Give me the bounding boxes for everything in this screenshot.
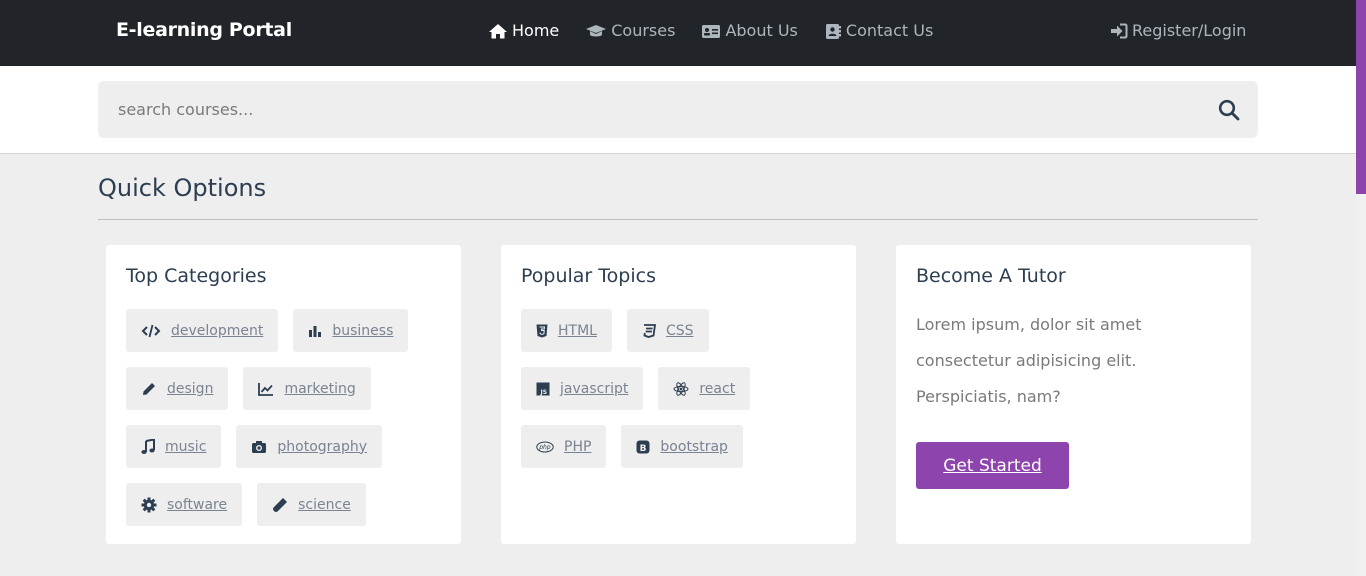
tag-label: marketing — [284, 380, 356, 397]
address-book-icon — [825, 23, 841, 39]
tag-software[interactable]: software — [126, 483, 243, 526]
popular-topics-card: Popular Topics HTML CSS JS javascript re… — [501, 245, 856, 544]
search-input[interactable] — [98, 81, 1198, 138]
js-icon: JS — [536, 382, 550, 396]
bootstrap-icon: B — [636, 440, 650, 454]
css3-icon — [643, 323, 656, 338]
tag-javascript[interactable]: JS javascript — [521, 367, 644, 410]
chart-line-icon — [258, 382, 274, 396]
flask-icon — [273, 497, 288, 512]
nav-link-label: About Us — [725, 21, 798, 40]
tag-css[interactable]: CSS — [626, 309, 709, 352]
svg-text:B: B — [640, 444, 647, 454]
search-icon[interactable] — [1218, 99, 1240, 121]
tag-label: photography — [277, 438, 368, 455]
tag-music[interactable]: music — [126, 425, 222, 468]
get-started-button[interactable]: Get Started — [916, 442, 1069, 489]
section-title: Quick Options — [98, 174, 267, 202]
tutor-description: Lorem ipsum, dolor sit amet consectetur … — [916, 315, 1142, 406]
pencil-icon — [143, 382, 155, 395]
tag-label: CSS — [665, 322, 694, 339]
tag-label: PHP — [564, 438, 592, 455]
tag-label: javascript — [560, 380, 629, 397]
tag-label: software — [167, 496, 228, 513]
html5-icon — [536, 324, 548, 337]
tag-bootstrap[interactable]: B bootstrap — [621, 425, 743, 468]
nav-link-about[interactable]: About Us — [701, 21, 798, 40]
tag-php[interactable]: php PHP — [521, 425, 607, 468]
graduation-cap-icon — [586, 24, 607, 36]
top-categories-card: Top Categories development business desi… — [106, 245, 461, 544]
topic-tags: HTML CSS JS javascript react php PHP B b… — [521, 309, 841, 483]
gear-icon — [141, 497, 157, 512]
nav-link-home[interactable]: Home — [488, 21, 559, 40]
tag-label: design — [167, 380, 214, 397]
card-title: Become A Tutor — [916, 265, 1066, 287]
tag-html[interactable]: HTML — [521, 309, 612, 352]
section-divider — [98, 219, 1258, 220]
nav-link-courses[interactable]: Courses — [585, 21, 675, 40]
sign-in-icon — [1111, 23, 1128, 38]
tag-business[interactable]: business — [293, 309, 409, 352]
svg-text:JS: JS — [540, 389, 548, 396]
page-scrollbar[interactable] — [1356, 0, 1366, 576]
id-card-icon — [702, 24, 721, 38]
tag-react[interactable]: react — [658, 367, 751, 410]
nav-links: Home Courses About Us Contact Us — [488, 21, 959, 40]
card-title: Popular Topics — [521, 265, 656, 287]
scrollbar-thumb[interactable] — [1356, 0, 1366, 194]
php-icon: php — [536, 441, 554, 452]
register-login-link[interactable]: Register/Login — [1110, 21, 1246, 40]
tag-label: react — [699, 380, 736, 397]
tag-science[interactable]: science — [257, 483, 366, 526]
tag-label: development — [171, 322, 264, 339]
camera-icon — [252, 440, 267, 453]
nav-link-label: Courses — [611, 21, 676, 40]
tag-label: HTML — [558, 322, 597, 339]
nav-link-label: Home — [512, 21, 560, 40]
chart-bar-icon — [309, 325, 322, 337]
nav-link-label: Contact Us — [845, 21, 934, 40]
home-icon — [489, 23, 507, 38]
code-icon — [141, 324, 161, 337]
brand-logo[interactable]: E-learning Portal — [116, 19, 292, 41]
tag-development[interactable]: development — [126, 309, 279, 352]
react-icon — [673, 381, 689, 396]
tag-label: science — [298, 496, 351, 513]
nav-link-contact[interactable]: Contact Us — [824, 21, 933, 40]
navbar: E-learning Portal Home Courses About Us … — [0, 0, 1356, 66]
category-tags: development business design marketing mu… — [126, 309, 446, 541]
search-bar — [98, 81, 1258, 138]
tag-label: bootstrap — [660, 438, 728, 455]
tag-marketing[interactable]: marketing — [243, 367, 371, 410]
tag-design[interactable]: design — [126, 367, 229, 410]
tag-label: business — [332, 322, 394, 339]
card-title: Top Categories — [126, 265, 267, 287]
tag-photography[interactable]: photography — [236, 425, 383, 468]
become-tutor-card: Become A Tutor Lorem ipsum, dolor sit am… — [896, 245, 1251, 544]
search-section — [0, 66, 1356, 154]
music-icon — [141, 438, 155, 454]
tag-label: music — [165, 438, 207, 455]
svg-text:php: php — [538, 444, 551, 451]
register-login-label: Register/Login — [1132, 21, 1247, 40]
